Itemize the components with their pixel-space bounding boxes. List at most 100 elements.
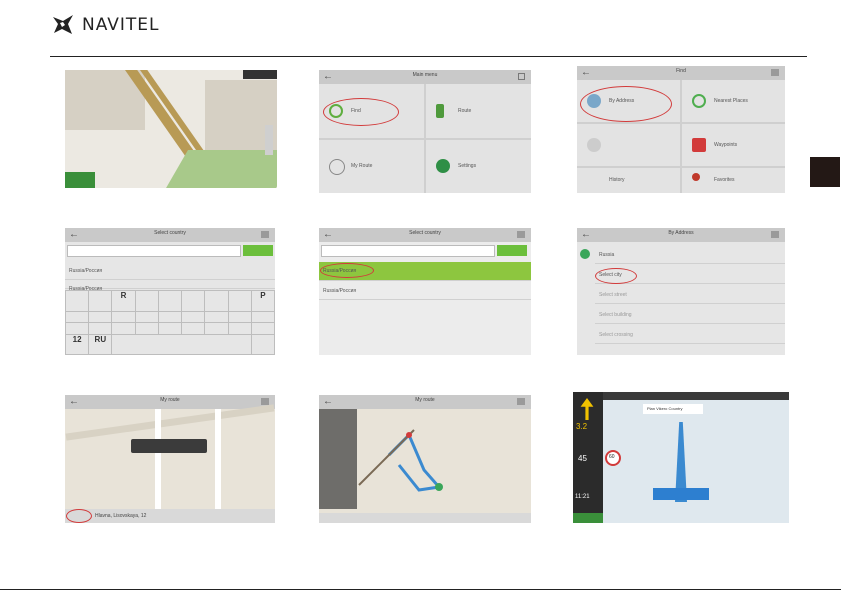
key[interactable] xyxy=(205,291,228,311)
lane-guidance xyxy=(653,488,709,500)
key[interactable] xyxy=(158,323,182,334)
speed-limit-sign: 60 xyxy=(605,450,621,466)
tile-route[interactable]: Route xyxy=(426,84,531,138)
tile-coordinates[interactable] xyxy=(577,123,680,166)
screenshot-main-menu: ← Main menu Find Route My Route Settings xyxy=(319,70,531,193)
tile-history[interactable]: History xyxy=(577,167,680,193)
brand-name: NAVITEL xyxy=(82,15,160,35)
tile-waypoints[interactable]: Waypoints xyxy=(682,123,785,166)
tile-favorites[interactable]: Favorites xyxy=(682,167,785,193)
key[interactable] xyxy=(89,311,112,322)
key[interactable] xyxy=(182,291,205,311)
key[interactable] xyxy=(205,311,228,322)
highlight-by-address xyxy=(580,86,672,122)
key-enter[interactable] xyxy=(251,334,274,354)
flag-icon xyxy=(692,137,706,152)
section-tab xyxy=(810,157,840,187)
street-banner: Plan Vikero Country xyxy=(643,404,703,414)
title-bar: ← Select country xyxy=(319,228,531,242)
key-r[interactable]: R xyxy=(112,291,135,311)
key[interactable] xyxy=(112,311,135,322)
globe-icon xyxy=(580,249,590,259)
heart-icon xyxy=(692,173,700,182)
key[interactable] xyxy=(135,323,158,334)
street xyxy=(65,404,275,441)
key[interactable] xyxy=(251,311,274,322)
address-bar[interactable]: Hlavna, Lisovskaya, 12 xyxy=(65,509,275,523)
menu-button[interactable] xyxy=(573,513,603,523)
key[interactable] xyxy=(112,323,135,334)
key-language[interactable]: RU xyxy=(89,334,112,354)
menu-button[interactable] xyxy=(65,172,95,188)
address-crossing[interactable]: Select crossing xyxy=(595,326,785,344)
start-marker xyxy=(406,432,412,438)
address-street[interactable]: Select street xyxy=(595,286,785,304)
key[interactable] xyxy=(158,311,182,322)
tile-nearest-places[interactable]: Nearest Places xyxy=(682,80,785,122)
address-country[interactable]: Russia xyxy=(595,246,785,264)
screen-title: Select country xyxy=(409,230,441,236)
screenshot-my-route-map: ← My route xyxy=(319,395,531,523)
key[interactable] xyxy=(228,291,251,311)
home-icon[interactable] xyxy=(518,73,525,80)
list-item[interactable]: Russia/Россия xyxy=(319,282,531,300)
options-icon[interactable] xyxy=(261,398,269,405)
list-item[interactable]: Russia/Россия xyxy=(65,262,275,280)
ok-button[interactable] xyxy=(243,245,273,256)
options-icon[interactable] xyxy=(771,69,779,76)
gps-status xyxy=(243,70,277,79)
navitel-bird-icon xyxy=(53,15,73,34)
tile-settings[interactable]: Settings xyxy=(426,139,531,193)
search-input[interactable] xyxy=(67,245,241,257)
screen-title: My route xyxy=(160,397,180,403)
key[interactable] xyxy=(66,311,89,322)
title-bar: ← Main menu xyxy=(319,70,531,84)
screenshot-by-address: ← By Address Russia Select city Select s… xyxy=(577,228,785,355)
key[interactable] xyxy=(89,291,112,311)
key-numbers[interactable]: 12 xyxy=(66,334,89,354)
route-map-svg xyxy=(358,429,443,492)
key[interactable] xyxy=(158,291,182,311)
key[interactable] xyxy=(66,323,89,334)
key[interactable] xyxy=(135,291,158,311)
top-status-bar xyxy=(603,392,789,400)
screenshot-select-country-list: ← Select country Russia/Россия Russia/Ро… xyxy=(319,228,531,355)
key[interactable] xyxy=(228,311,251,322)
keyboard-icon[interactable] xyxy=(771,231,779,238)
location-popup[interactable] xyxy=(131,439,207,453)
tile-my-route[interactable]: My Route xyxy=(319,139,424,193)
screen-title: Find xyxy=(676,68,686,74)
key-p[interactable]: P xyxy=(251,291,274,311)
highlight-select-city xyxy=(595,268,637,284)
ok-button[interactable] xyxy=(497,245,527,256)
key[interactable] xyxy=(182,311,205,322)
screenshot-select-country-keyboard: ← Select country Russia/Россия Russia/Ро… xyxy=(65,228,275,355)
header-rule xyxy=(50,56,807,57)
screenshot-3d-map xyxy=(65,70,277,188)
keyboard-icon[interactable] xyxy=(517,231,525,238)
title-bar: ← Find xyxy=(577,66,785,80)
settings-icon xyxy=(436,159,450,174)
key[interactable] xyxy=(66,291,89,311)
park-area xyxy=(162,150,277,188)
key[interactable] xyxy=(205,323,228,334)
screen-title: Main menu xyxy=(412,72,438,78)
screenshot-my-route-address: ← My route Hlavna, Lisovskaya, 12 xyxy=(65,395,275,523)
search-input[interactable] xyxy=(321,245,495,257)
my-route-icon xyxy=(329,159,345,176)
key[interactable] xyxy=(182,323,205,334)
key[interactable] xyxy=(228,323,251,334)
highlight-country xyxy=(320,263,374,278)
keyboard-icon[interactable] xyxy=(261,231,269,238)
zoom-controls[interactable] xyxy=(265,125,273,155)
address-building[interactable]: Select building xyxy=(595,306,785,324)
finish-marker xyxy=(435,483,443,491)
list-item[interactable]: Russia/Россия xyxy=(65,280,275,292)
key-backspace[interactable] xyxy=(251,323,274,334)
highlight-find xyxy=(323,98,399,126)
bottom-bar xyxy=(319,513,531,523)
key-space[interactable] xyxy=(112,334,251,354)
key[interactable] xyxy=(135,311,158,322)
key[interactable] xyxy=(89,323,112,334)
arrival-time: 11:21 xyxy=(575,494,590,500)
